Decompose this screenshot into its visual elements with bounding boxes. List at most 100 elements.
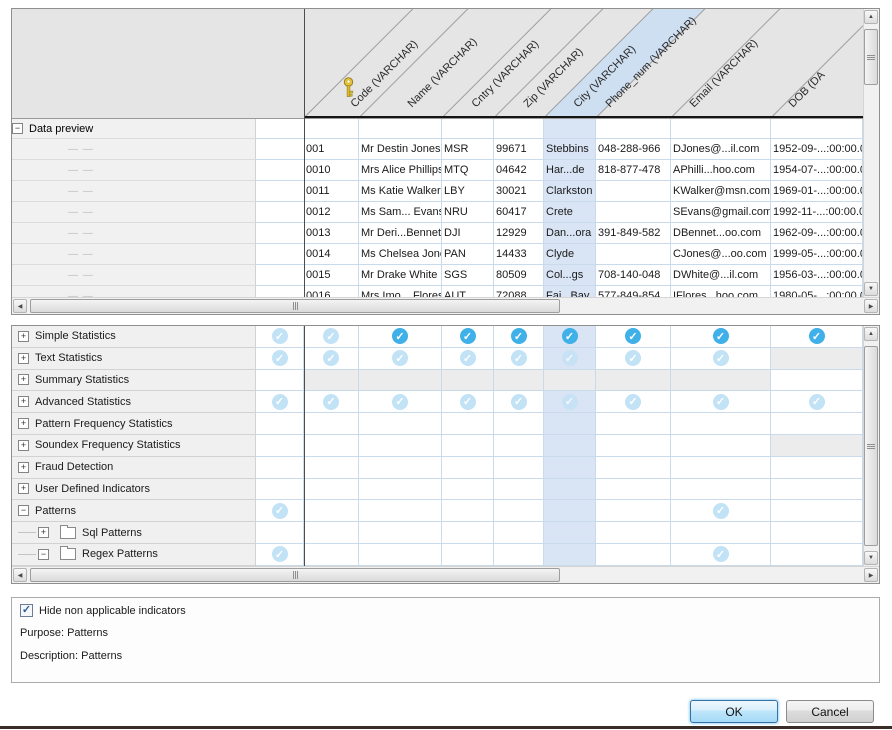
indicator-cell[interactable]: ✓ bbox=[596, 348, 671, 370]
indicator-cell[interactable] bbox=[671, 413, 771, 435]
indicator-row-advanced-statistics[interactable]: +Advanced Statistics bbox=[12, 391, 256, 413]
indicator-cell[interactable] bbox=[304, 479, 359, 501]
indicator-cell[interactable]: ✓ bbox=[442, 348, 494, 370]
indicator-cell[interactable] bbox=[359, 479, 442, 501]
expand-toggle[interactable]: + bbox=[18, 331, 29, 342]
indicator-cell[interactable] bbox=[544, 457, 596, 479]
horizontal-scrollbar[interactable]: ◀ ▶ bbox=[12, 566, 879, 583]
indicator-cell[interactable] bbox=[256, 370, 304, 392]
indicator-cell[interactable]: ✓ bbox=[256, 348, 304, 370]
scroll-right-button[interactable]: ▶ bbox=[864, 299, 878, 313]
indicator-cell[interactable] bbox=[494, 479, 544, 501]
indicator-cell[interactable] bbox=[596, 413, 671, 435]
indicator-cell[interactable] bbox=[544, 522, 596, 544]
indicator-cell[interactable]: ✓ bbox=[494, 326, 544, 348]
indicator-cell[interactable] bbox=[494, 370, 544, 392]
expand-toggle[interactable]: + bbox=[18, 396, 29, 407]
indicator-cell[interactable] bbox=[256, 479, 304, 501]
indicator-cell[interactable] bbox=[359, 544, 442, 566]
indicator-cell[interactable] bbox=[771, 413, 863, 435]
indicator-cell[interactable]: ✓ bbox=[442, 391, 494, 413]
indicator-cell[interactable] bbox=[359, 370, 442, 392]
indicator-cell[interactable]: ✓ bbox=[671, 348, 771, 370]
indicator-cell[interactable] bbox=[771, 370, 863, 392]
indicator-row-text-statistics[interactable]: +Text Statistics bbox=[12, 348, 256, 370]
indicator-cell[interactable] bbox=[771, 479, 863, 501]
indicator-cell[interactable] bbox=[256, 413, 304, 435]
indicator-row-simple-statistics[interactable]: +Simple Statistics bbox=[12, 326, 256, 348]
column-header-dob-da[interactable]: DOB (DA bbox=[787, 69, 828, 110]
hide-non-applicable-checkbox[interactable]: ✓ bbox=[20, 604, 33, 617]
indicator-row-fraud-detection[interactable]: +Fraud Detection bbox=[12, 457, 256, 479]
scroll-down-button[interactable]: ▼ bbox=[864, 551, 878, 565]
collapse-toggle[interactable]: − bbox=[12, 123, 23, 134]
indicator-cell[interactable] bbox=[544, 544, 596, 566]
indicator-cell[interactable] bbox=[771, 457, 863, 479]
indicator-cell[interactable]: ✓ bbox=[256, 500, 304, 522]
indicator-cell[interactable] bbox=[771, 348, 863, 370]
indicator-cell[interactable] bbox=[494, 413, 544, 435]
data-preview-section-label[interactable]: −Data preview bbox=[12, 119, 256, 139]
indicator-cell[interactable]: ✓ bbox=[256, 326, 304, 348]
vertical-scroll-thumb[interactable] bbox=[864, 346, 878, 546]
indicator-row-regex-patterns[interactable]: −Regex Patterns bbox=[12, 544, 256, 566]
indicator-cell[interactable] bbox=[771, 435, 863, 457]
indicator-cell[interactable] bbox=[494, 500, 544, 522]
indicator-cell[interactable] bbox=[596, 500, 671, 522]
expand-toggle[interactable]: + bbox=[18, 374, 29, 385]
indicator-cell[interactable]: ✓ bbox=[359, 391, 442, 413]
indicator-cell[interactable] bbox=[304, 370, 359, 392]
column-header-email-varchar[interactable]: Email (VARCHAR) bbox=[688, 37, 761, 110]
indicator-cell[interactable]: ✓ bbox=[544, 348, 596, 370]
indicator-cell[interactable] bbox=[671, 435, 771, 457]
indicator-cell[interactable] bbox=[494, 544, 544, 566]
scroll-up-button[interactable]: ▲ bbox=[864, 10, 878, 24]
indicator-cell[interactable]: ✓ bbox=[544, 391, 596, 413]
scroll-left-button[interactable]: ◀ bbox=[13, 568, 27, 582]
indicator-cell[interactable] bbox=[304, 435, 359, 457]
indicator-cell[interactable] bbox=[671, 522, 771, 544]
indicator-cell[interactable] bbox=[596, 544, 671, 566]
indicator-cell[interactable] bbox=[442, 544, 494, 566]
indicator-cell[interactable]: ✓ bbox=[494, 348, 544, 370]
indicator-row-soundex-frequency-statistics[interactable]: +Soundex Frequency Statistics bbox=[12, 435, 256, 457]
indicator-cell[interactable] bbox=[256, 457, 304, 479]
indicator-cell[interactable] bbox=[544, 479, 596, 501]
indicator-cell[interactable]: ✓ bbox=[359, 326, 442, 348]
indicator-cell[interactable]: ✓ bbox=[596, 326, 671, 348]
indicator-cell[interactable]: ✓ bbox=[494, 391, 544, 413]
indicator-cell[interactable]: ✓ bbox=[596, 391, 671, 413]
scroll-up-button[interactable]: ▲ bbox=[864, 327, 878, 341]
indicator-cell[interactable] bbox=[596, 479, 671, 501]
indicator-cell[interactable] bbox=[596, 457, 671, 479]
indicator-cell[interactable] bbox=[596, 522, 671, 544]
collapse-toggle[interactable]: − bbox=[38, 549, 49, 560]
expand-toggle[interactable]: + bbox=[18, 462, 29, 473]
indicator-row-sql-patterns[interactable]: +Sql Patterns bbox=[12, 522, 256, 544]
indicator-cell[interactable] bbox=[304, 457, 359, 479]
cancel-button[interactable]: Cancel bbox=[786, 700, 874, 723]
indicator-cell[interactable]: ✓ bbox=[771, 326, 863, 348]
indicator-cell[interactable] bbox=[771, 500, 863, 522]
indicator-cell[interactable] bbox=[596, 435, 671, 457]
indicator-cell[interactable] bbox=[442, 522, 494, 544]
indicator-cell[interactable] bbox=[544, 435, 596, 457]
indicator-cell[interactable] bbox=[442, 479, 494, 501]
expand-toggle[interactable]: + bbox=[18, 418, 29, 429]
ok-button[interactable]: OK bbox=[690, 700, 778, 723]
indicator-cell[interactable] bbox=[544, 413, 596, 435]
expand-toggle[interactable]: + bbox=[18, 353, 29, 364]
indicator-cell[interactable]: ✓ bbox=[671, 391, 771, 413]
indicator-row-user-defined-indicators[interactable]: +User Defined Indicators bbox=[12, 479, 256, 501]
indicator-cell[interactable]: ✓ bbox=[304, 391, 359, 413]
indicator-cell[interactable]: ✓ bbox=[771, 391, 863, 413]
indicator-cell[interactable]: ✓ bbox=[304, 348, 359, 370]
scroll-down-button[interactable]: ▼ bbox=[864, 282, 878, 296]
expand-toggle[interactable]: + bbox=[18, 440, 29, 451]
indicator-cell[interactable] bbox=[256, 435, 304, 457]
collapse-toggle[interactable]: − bbox=[18, 505, 29, 516]
scroll-right-button[interactable]: ▶ bbox=[864, 568, 878, 582]
indicator-cell[interactable] bbox=[544, 370, 596, 392]
vertical-scrollbar[interactable]: ▲ ▼ bbox=[863, 326, 879, 566]
indicator-cell[interactable] bbox=[359, 435, 442, 457]
